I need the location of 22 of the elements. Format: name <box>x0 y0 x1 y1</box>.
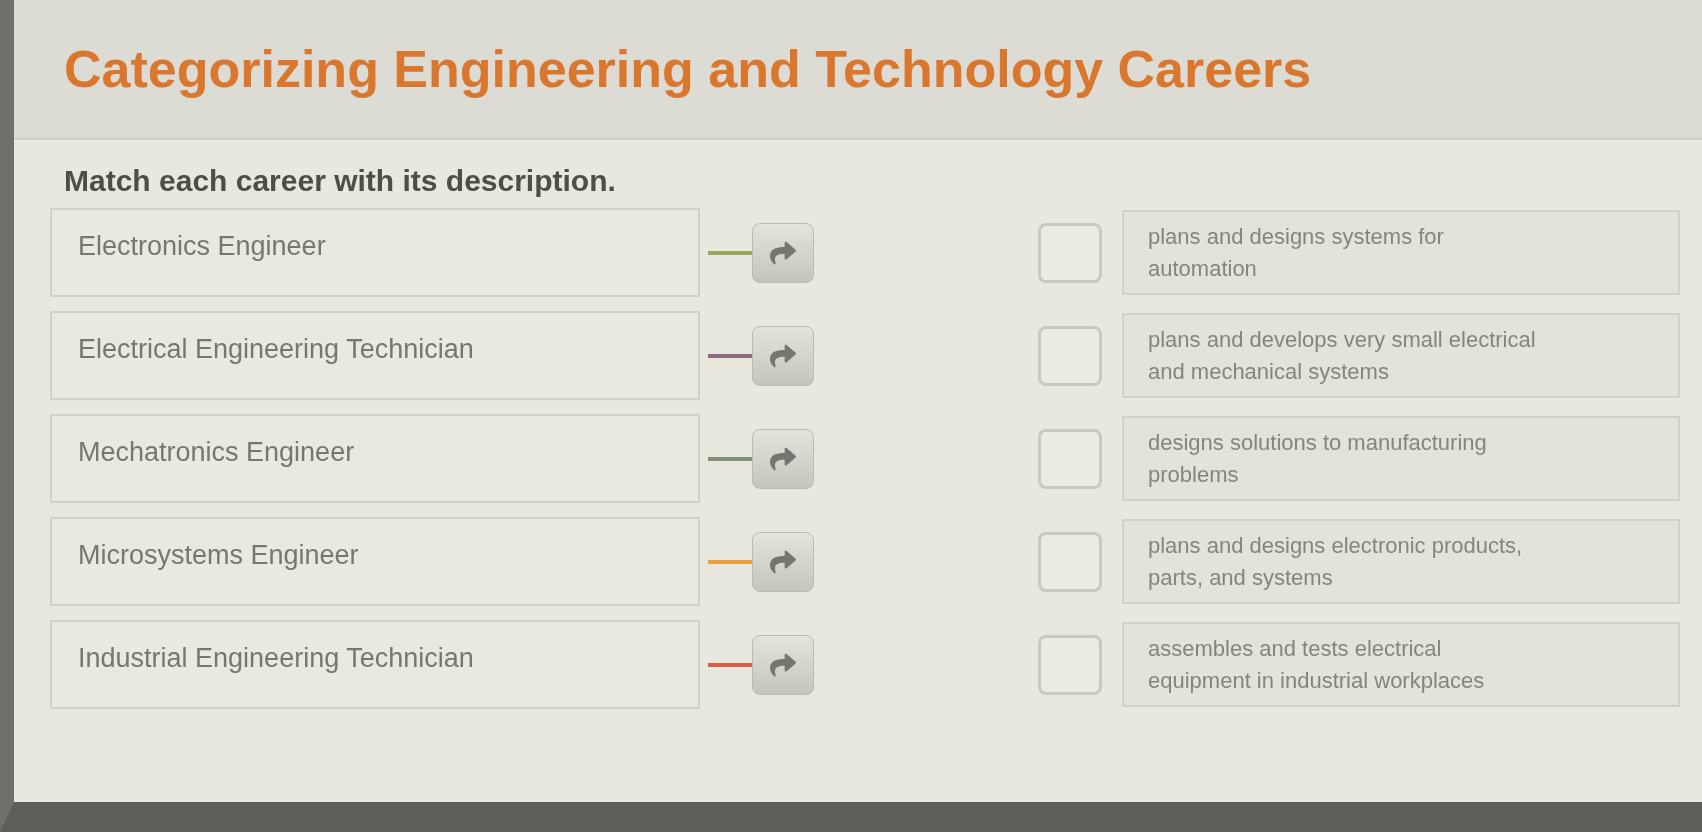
career-card[interactable]: Electronics Engineer <box>50 208 700 297</box>
description-text: designs solutions to manufacturing problems <box>1148 428 1488 489</box>
career-card[interactable]: Electrical Engineering Technician <box>50 311 700 400</box>
instruction-text: Match each career with its description. <box>64 164 617 198</box>
page-title: Categorizing Engineering and Technology Careers <box>64 39 1312 99</box>
arrow-button[interactable] <box>752 222 814 283</box>
curved-arrow-icon <box>770 445 796 472</box>
arrow-button[interactable] <box>752 428 814 489</box>
career-card[interactable]: Microsystems Engineer <box>50 517 700 606</box>
description-text: plans and develops very small electrical and mechanical systems <box>1148 325 1537 386</box>
description-text: assembles and tests electrical equipment in industrial workplaces <box>1148 634 1486 695</box>
curved-arrow-icon <box>770 239 796 266</box>
arrow-button[interactable] <box>752 325 814 386</box>
curved-arrow-icon <box>770 651 796 678</box>
description-text: plans and designs systems for automation <box>1148 222 1445 283</box>
description-text: plans and designs electronic products, parts, and systems <box>1148 531 1524 592</box>
curved-arrow-icon <box>770 342 796 369</box>
arrow-button[interactable] <box>752 531 814 592</box>
career-card[interactable]: Mechatronics Engineer <box>50 414 700 503</box>
curved-arrow-icon <box>770 548 796 575</box>
arrow-button[interactable] <box>752 634 814 695</box>
career-card[interactable]: Industrial Engineering Technician <box>50 620 700 709</box>
